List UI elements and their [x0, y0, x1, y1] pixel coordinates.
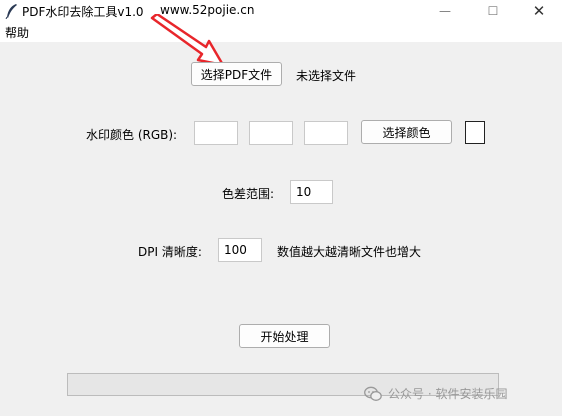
pick-color-button[interactable]: 选择颜色	[361, 120, 452, 144]
wechat-watermark: 公众号 · 软件安装乐园	[364, 385, 507, 402]
watermark-text: 公众号 · 软件安装乐园	[388, 387, 508, 401]
menu-bar: 帮助	[0, 22, 562, 42]
title-bar: PDF水印去除工具v1.0 www.52pojie.cn — ☐ ✕	[0, 0, 562, 22]
minimize-button[interactable]: —	[422, 0, 468, 22]
tolerance-input[interactable]: 10	[290, 180, 333, 204]
select-pdf-button[interactable]: 选择PDF文件	[191, 62, 282, 86]
color-g-input[interactable]	[249, 121, 293, 145]
dpi-hint-label: 数值越大越清晰文件也增大	[277, 245, 422, 259]
menu-help[interactable]: 帮助	[5, 24, 29, 41]
wechat-icon	[364, 386, 382, 401]
color-b-input[interactable]	[304, 121, 348, 145]
start-processing-button[interactable]: 开始处理	[239, 324, 330, 348]
file-status-label: 未选择文件	[296, 69, 357, 83]
red-arrow-annotation	[150, 14, 225, 67]
feather-icon	[5, 4, 17, 19]
watermark-color-label: 水印颜色 (RGB):	[86, 128, 178, 142]
close-button[interactable]: ✕	[516, 0, 562, 22]
color-r-input[interactable]	[194, 121, 238, 145]
dpi-label: DPI 清晰度:	[138, 245, 202, 259]
maximize-button[interactable]: ☐	[470, 0, 516, 22]
tolerance-label: 色差范围:	[222, 187, 275, 201]
window-title: PDF水印去除工具v1.0	[22, 5, 144, 19]
color-preview-swatch	[465, 121, 485, 144]
dpi-input[interactable]: 100	[218, 238, 262, 262]
